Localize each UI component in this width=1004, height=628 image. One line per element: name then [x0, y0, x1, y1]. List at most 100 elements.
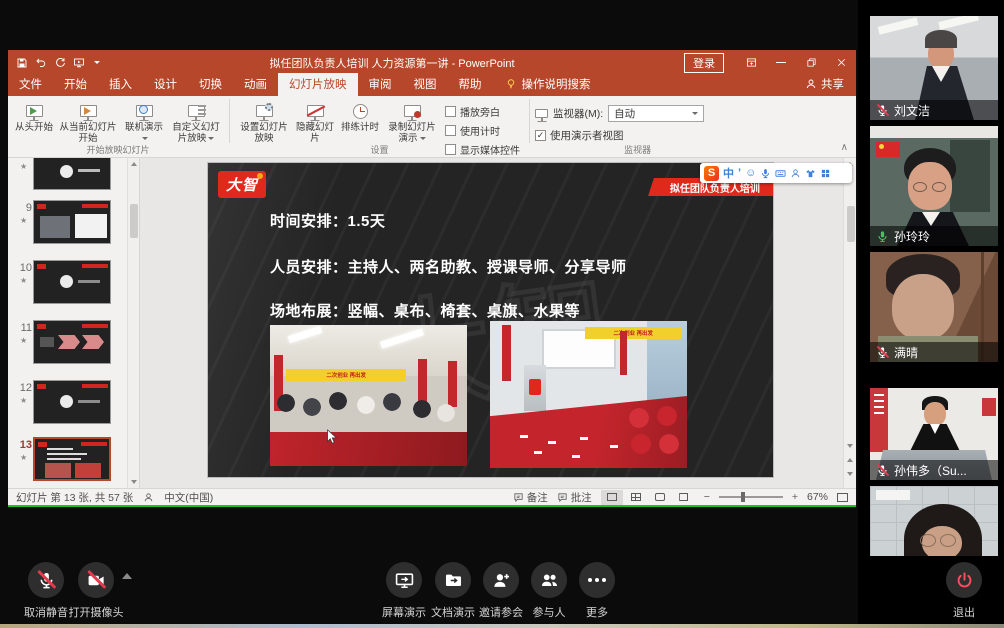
zoom-out-icon[interactable]: −: [704, 491, 710, 503]
close-button[interactable]: [826, 50, 856, 75]
tell-me-search[interactable]: 操作说明搜索: [493, 73, 603, 96]
use-presenter-view-checkbox[interactable]: ✓使用演示者视图: [535, 128, 704, 143]
collapse-ribbon-icon[interactable]: ∧: [841, 142, 848, 153]
slide-sorter-view-button[interactable]: [625, 490, 647, 505]
sogou-logo-icon[interactable]: S: [704, 166, 719, 181]
animation-star-icon: ★: [20, 453, 27, 462]
participant-video[interactable]: 孙伟多（Su...: [870, 388, 998, 480]
monitor-dropdown[interactable]: 自动: [608, 105, 704, 122]
voice-input-icon[interactable]: [760, 168, 771, 179]
account-icon[interactable]: [790, 168, 801, 179]
emoji-icon[interactable]: ☺: [745, 167, 756, 179]
tab-help[interactable]: 帮助: [448, 73, 493, 96]
slide-12-thumbnail[interactable]: [33, 380, 111, 424]
from-current-icon: [76, 100, 100, 122]
minimize-button[interactable]: [766, 50, 796, 75]
open-camera-button[interactable]: 打开摄像头: [66, 562, 126, 620]
fit-to-window-icon[interactable]: [837, 493, 848, 502]
rehearse-timings-button[interactable]: 排练计时: [337, 99, 383, 135]
china-flag: [876, 142, 900, 157]
accessibility-icon[interactable]: [143, 492, 154, 503]
participant-video[interactable]: 孙玲玲: [870, 126, 998, 246]
tab-transitions[interactable]: 切换: [188, 73, 233, 96]
zoom-slider[interactable]: [719, 496, 783, 498]
red-sign: [982, 398, 996, 416]
from-beginning-button[interactable]: 从头开始: [12, 99, 56, 135]
reading-view-button[interactable]: [649, 490, 671, 505]
slide-13-thumbnail-selected[interactable]: [33, 437, 111, 481]
thumbnail-scrollbar[interactable]: [127, 158, 139, 488]
tab-home[interactable]: 开始: [53, 73, 98, 96]
tab-file[interactable]: 文件: [8, 73, 53, 96]
group-label: 开始放映幻灯片: [8, 143, 228, 156]
mic-muted-icon: [876, 104, 889, 117]
exit-button[interactable]: 退出: [934, 562, 994, 620]
tab-review[interactable]: 审阅: [358, 73, 403, 96]
login-button[interactable]: 登录: [684, 53, 724, 73]
participant-name: 孙伟多（Su...: [894, 462, 967, 479]
redo-icon[interactable]: [54, 57, 66, 69]
tab-insert[interactable]: 插入: [98, 73, 143, 96]
current-slide-canvas[interactable]: 大智 大智 拟任团队负责人培训 时间安排：1.5天 人员安排：主持人、两名助教、…: [208, 163, 773, 477]
present-online-button[interactable]: 联机演示: [120, 99, 168, 146]
skin-icon[interactable]: [805, 168, 816, 179]
share-label: 共享: [821, 76, 844, 92]
ppt-titlebar: 拟任团队负责人培训 人力资源第一讲 - PowerPoint 登录: [8, 50, 856, 75]
custom-slideshow-button[interactable]: 自定义幻灯片放映: [168, 99, 224, 146]
record-slideshow-button[interactable]: 录制幻灯片演示: [383, 99, 441, 146]
comments-button[interactable]: 批注: [557, 490, 592, 505]
tab-animations[interactable]: 动画: [233, 73, 278, 96]
participants-icon: [540, 571, 559, 590]
save-icon[interactable]: [16, 57, 28, 69]
share-button[interactable]: 共享: [793, 73, 856, 96]
soft-keyboard-icon[interactable]: [775, 168, 786, 179]
group-start-slideshow: 从头开始 从当前幻灯片开始 联机演示 自定义幻灯片放映 开始放映幻灯片: [8, 96, 228, 157]
mouse-cursor: [326, 429, 338, 445]
participant-video[interactable]: 满晴: [870, 252, 998, 362]
tab-view[interactable]: 视图: [403, 73, 448, 96]
slide-8-thumbnail[interactable]: [33, 158, 111, 190]
from-current-slide-button[interactable]: 从当前幻灯片开始: [56, 99, 120, 146]
ime-punctuation-icon[interactable]: ’: [738, 167, 741, 179]
tab-slideshow[interactable]: 幻灯片放映: [278, 73, 358, 96]
zoom-level[interactable]: 67%: [807, 491, 828, 503]
notes-button[interactable]: 备注: [513, 490, 548, 505]
slide-text-venue: 场地布展：竖幅、桌布、椅套、桌旗、水果等: [270, 300, 580, 321]
more-button[interactable]: 更多: [567, 562, 627, 620]
document-share-icon: [444, 571, 463, 590]
hide-slide-button[interactable]: 隐藏幻灯片: [293, 99, 337, 146]
group-setup: 设置幻灯片放映 隐藏幻灯片 排练计时 录制幻灯片演示 播放旁白 使用计时: [231, 96, 528, 157]
checkbox-checked-icon: ✓: [535, 130, 546, 141]
slide-11-thumbnail[interactable]: [33, 320, 111, 364]
camera-options-caret-icon[interactable]: [122, 573, 132, 579]
editor-scrollbar[interactable]: [843, 158, 856, 488]
red-poster: [870, 388, 888, 452]
tab-design[interactable]: 设计: [143, 73, 188, 96]
undo-icon[interactable]: [35, 57, 47, 69]
notes-icon: [513, 492, 524, 503]
ime-mode-chinese[interactable]: 中: [723, 165, 734, 181]
dropdown-caret-icon: [142, 137, 148, 140]
zoom-in-icon[interactable]: +: [792, 491, 798, 503]
slideshow-icon[interactable]: [73, 57, 85, 69]
rehearse-timings-icon: [348, 100, 372, 122]
power-icon: [955, 571, 974, 590]
play-narrations-checkbox[interactable]: 播放旁白: [445, 104, 520, 119]
normal-view-button[interactable]: [601, 490, 623, 505]
setup-slideshow-button[interactable]: 设置幻灯片放映: [235, 99, 293, 146]
toolbox-grid-icon[interactable]: [820, 168, 831, 179]
restore-button[interactable]: [796, 50, 826, 75]
slide-10-thumbnail[interactable]: [33, 260, 111, 304]
language-status[interactable]: 中文(中国): [164, 490, 213, 505]
participant-video[interactable]: [870, 486, 998, 556]
ribbon-display-options-button[interactable]: [736, 50, 766, 75]
hair: [925, 30, 957, 48]
slideshow-view-button[interactable]: [673, 490, 695, 505]
use-timings-checkbox[interactable]: 使用计时: [445, 123, 520, 138]
face: [924, 402, 946, 426]
participant-video[interactable]: 刘文洁: [870, 16, 998, 120]
slide-9-thumbnail[interactable]: [33, 200, 111, 244]
slide-editor-area: 大智 大智 拟任团队负责人培训 时间安排：1.5天 人员安排：主持人、两名助教、…: [140, 158, 856, 488]
glasses: [940, 534, 956, 547]
meeting-app-window: 拟任团队负责人培训 人力资源第一讲 - PowerPoint 登录 文件 开始 …: [0, 0, 1004, 628]
